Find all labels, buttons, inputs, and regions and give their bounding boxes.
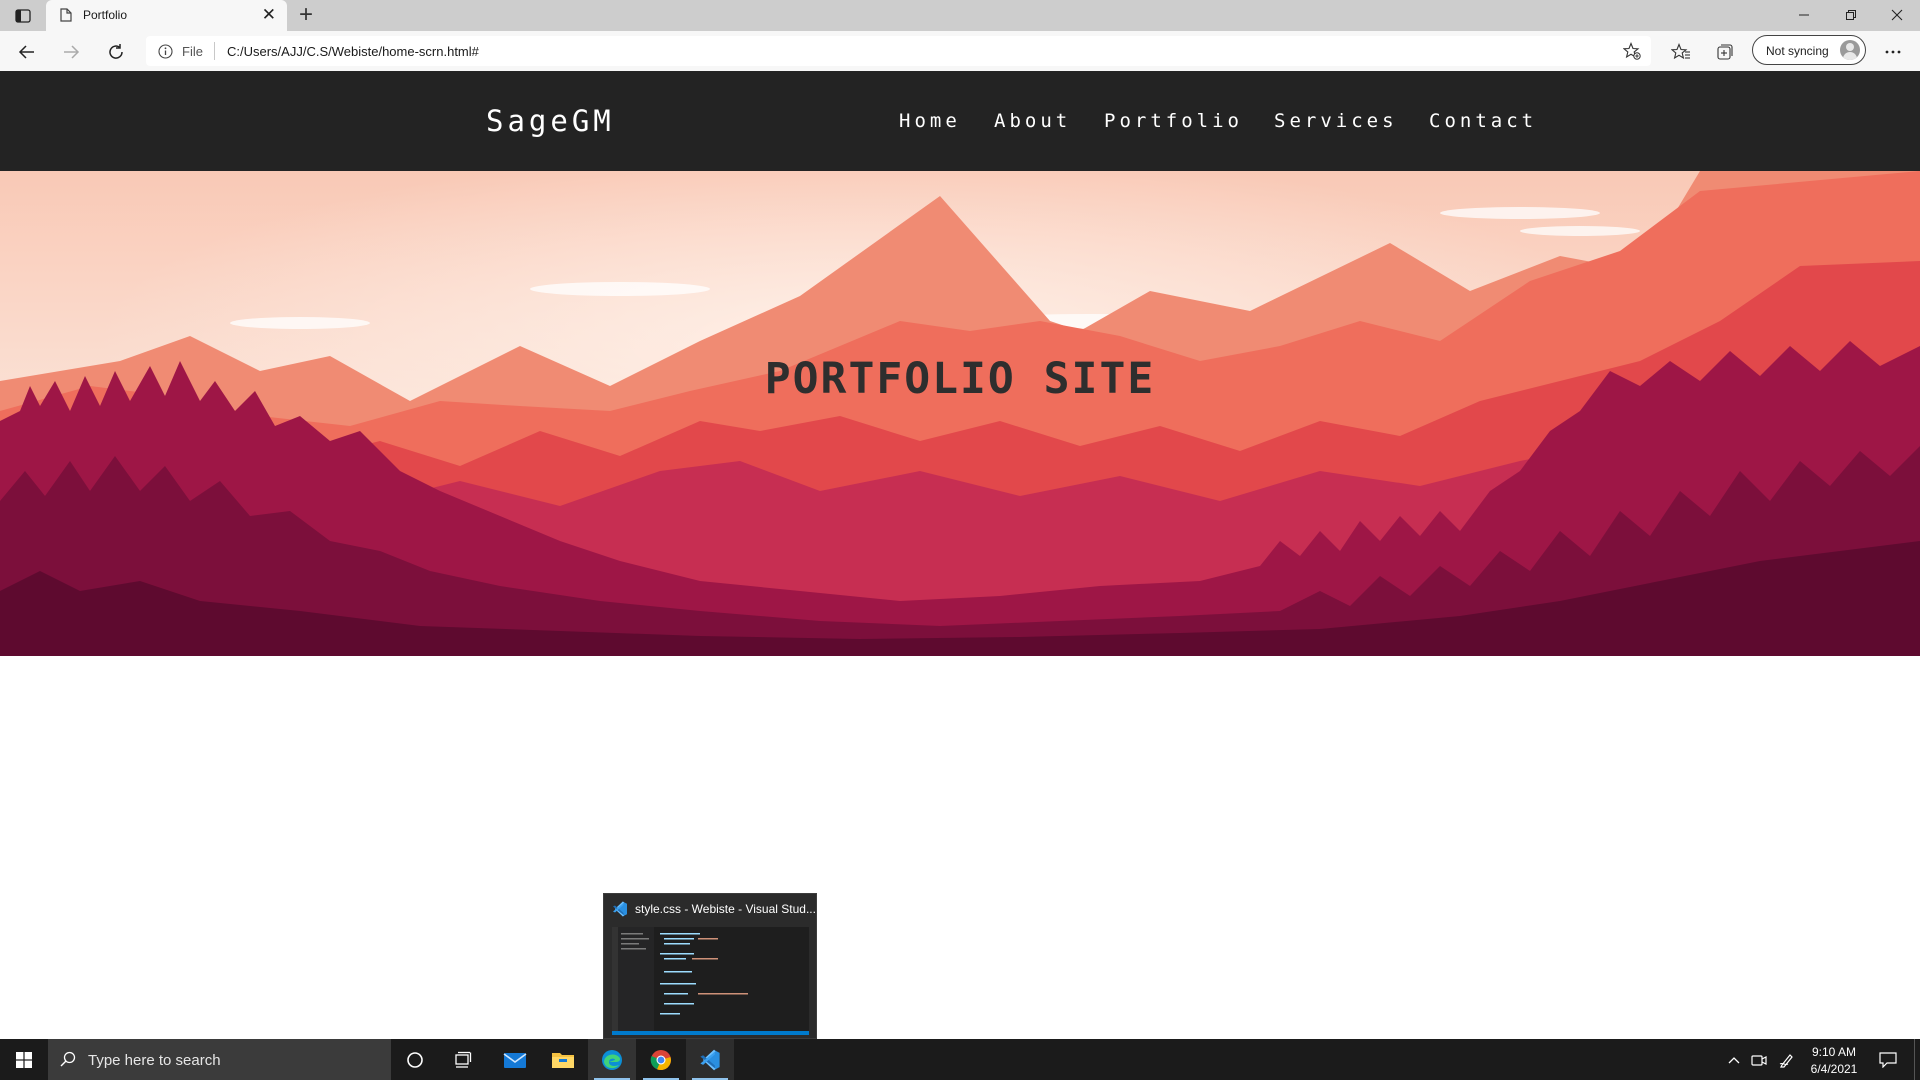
taskbar-window-preview[interactable]: style.css - Webiste - Visual Stud...: [603, 893, 817, 1039]
sync-label: Not syncing: [1766, 44, 1829, 58]
notification-center-icon[interactable]: [1874, 1039, 1902, 1080]
preview-title: style.css - Webiste - Visual Stud...: [635, 902, 816, 916]
show-desktop-button[interactable]: [1914, 1039, 1920, 1080]
vscode-taskbar-button[interactable]: [686, 1039, 734, 1080]
address-scheme: File: [182, 44, 203, 59]
mountain-landscape-image: [0, 171, 1920, 656]
taskbar-search-box[interactable]: Type here to search: [48, 1039, 391, 1080]
edge-taskbar-button[interactable]: [588, 1039, 636, 1080]
hero-banner: PORTFOLIO SITE: [0, 171, 1920, 656]
clock-time[interactable]: 9:10 AM: [1799, 1045, 1869, 1059]
file-explorer-icon[interactable]: [539, 1039, 587, 1080]
tab-actions-icon[interactable]: [9, 5, 37, 27]
page-icon: [60, 8, 72, 27]
favorites-icon[interactable]: [1668, 39, 1694, 65]
nav-link-contact[interactable]: Contact: [1429, 110, 1537, 132]
tab-close-icon[interactable]: ✕: [262, 6, 276, 24]
task-view-icon[interactable]: [439, 1039, 487, 1080]
vscode-window-thumbnail[interactable]: [612, 927, 809, 1035]
preview-header: style.css - Webiste - Visual Stud...: [604, 894, 816, 924]
profile-sync-button[interactable]: Not syncing: [1752, 35, 1866, 65]
windows-logo-icon: [16, 1051, 32, 1068]
browser-tab[interactable]: Portfolio ✕: [46, 0, 287, 31]
nav-link-about[interactable]: About: [994, 110, 1071, 132]
nav-link-portfolio[interactable]: Portfolio: [1104, 110, 1243, 132]
vscode-icon: [612, 901, 628, 922]
back-icon[interactable]: [14, 39, 40, 65]
address-bar[interactable]: File C:/Users/AJJ/C.S/Webiste/home-scrn.…: [146, 36, 1651, 66]
browser-tab-strip: Portfolio ✕ +: [0, 0, 1920, 31]
info-icon[interactable]: [158, 44, 173, 64]
restore-icon[interactable]: [1828, 0, 1874, 30]
pen-workspace-icon[interactable]: [1776, 1039, 1798, 1080]
site-navbar: SageGM Home About Portfolio Services Con…: [0, 71, 1920, 171]
edge-icon: [602, 1049, 622, 1070]
minimize-icon[interactable]: [1781, 0, 1827, 30]
more-menu-icon[interactable]: [1880, 39, 1906, 65]
windows-taskbar: Type here to search 9:10 AM 6/4/2021: [0, 1039, 1920, 1080]
address-separator: [214, 42, 215, 60]
tab-title: Portfolio: [83, 8, 128, 22]
search-icon: [60, 1051, 76, 1072]
clock-date[interactable]: 6/4/2021: [1799, 1062, 1869, 1076]
start-button[interactable]: [0, 1039, 48, 1080]
browser-toolbar: File C:/Users/AJJ/C.S/Webiste/home-scrn.…: [0, 31, 1920, 72]
new-tab-button[interactable]: +: [293, 3, 319, 29]
chevron-up-icon[interactable]: [1724, 1039, 1744, 1080]
meet-now-icon[interactable]: [1748, 1039, 1770, 1080]
chrome-taskbar-button[interactable]: [637, 1039, 685, 1080]
mail-icon[interactable]: [491, 1039, 539, 1080]
vscode-icon: [700, 1049, 720, 1070]
chrome-icon: [650, 1049, 671, 1070]
forward-icon[interactable]: [58, 39, 84, 65]
collections-icon[interactable]: [1712, 39, 1738, 65]
address-url[interactable]: C:/Users/AJJ/C.S/Webiste/home-scrn.html#: [227, 44, 479, 59]
window-close-icon[interactable]: [1874, 0, 1920, 30]
web-page: SageGM Home About Portfolio Services Con…: [0, 71, 1920, 1039]
site-brand[interactable]: SageGM: [486, 104, 615, 138]
refresh-icon[interactable]: [103, 39, 129, 65]
hero-title: PORTFOLIO SITE: [764, 354, 1156, 404]
nav-link-services[interactable]: Services: [1274, 110, 1398, 132]
avatar-icon: [1840, 40, 1860, 60]
add-favorite-icon[interactable]: [1622, 42, 1641, 65]
cortana-icon[interactable]: [391, 1039, 439, 1080]
search-placeholder: Type here to search: [88, 1052, 221, 1069]
nav-link-home[interactable]: Home: [899, 110, 961, 132]
